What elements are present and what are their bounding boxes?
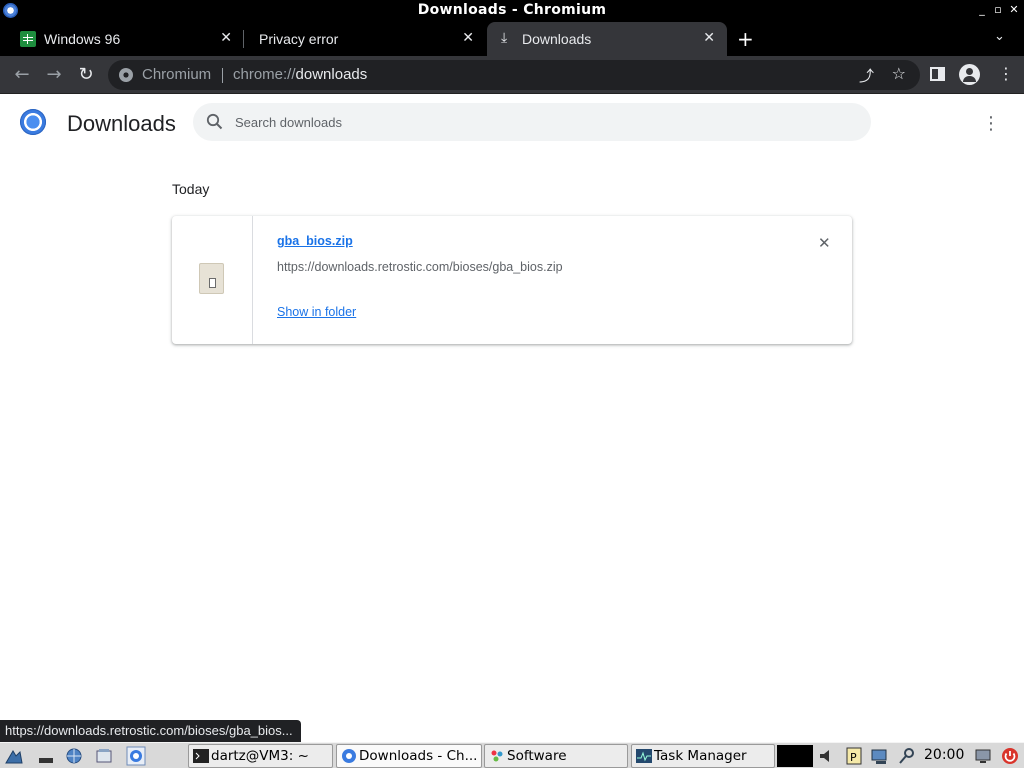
search-icon [206,113,223,130]
close-icon[interactable]: ✕ [220,30,232,46]
task-label: Software [507,748,567,764]
bookmark-star-icon[interactable]: ☆ [892,64,906,83]
monitor-icon[interactable] [973,746,993,766]
terminal-icon [193,749,209,763]
zip-file-icon [199,263,224,294]
search-tray-icon[interactable] [897,746,917,766]
link-status-bubble: https://downloads.retrostic.com/bioses/g… [0,720,301,742]
reload-button[interactable]: ↻ [74,63,98,87]
task-label: Downloads - Ch... [359,748,478,764]
more-actions-icon[interactable]: ⋮ [982,113,1000,134]
chromium-logo-icon [20,109,46,135]
spreadsheet-icon [20,31,36,47]
new-tab-button[interactable]: + [737,27,754,51]
network-icon[interactable] [870,746,890,766]
show-in-folder-link[interactable]: Show in folder [277,305,356,319]
tab-title: Privacy error [259,31,339,47]
file-source-url: https://downloads.retrostic.com/bioses/g… [277,260,563,274]
start-menu-icon[interactable] [4,746,24,766]
date-section-label: Today [172,181,210,197]
desktop-icon[interactable] [36,746,56,766]
window-title: Downloads - Chromium [417,2,607,18]
url-text[interactable]: chrome://downloads [233,66,367,83]
forward-button[interactable]: → [42,63,66,87]
tab-search-chevron-icon[interactable]: ⌄ [994,29,1005,44]
tab-title: Windows 96 [44,31,121,47]
software-icon [491,750,503,762]
profile-avatar-icon[interactable] [959,64,980,85]
download-item: gba_bios.zip https://downloads.retrostic… [172,216,852,344]
chromium-icon [342,749,356,763]
download-icon: ⤓ [501,30,508,46]
task-task-manager[interactable]: Task Manager [631,744,775,768]
task-label: Task Manager [654,748,747,764]
task-label: dartz@VM3: ~ [211,748,309,764]
volume-icon[interactable] [817,746,837,766]
downloads-header: Downloads ⋮ [0,95,1024,151]
browser-toolbar: ← → ↻ Chromium chrome://downloads ⤴ ☆ ⋮ [0,56,1024,94]
origin-chip: Chromium [142,66,212,83]
task-terminal[interactable]: dartz@VM3: ~ [188,744,333,768]
origin-divider [222,68,223,83]
close-window-button[interactable]: ✕ [1007,3,1021,17]
cpu-graph-icon [777,745,813,767]
task-software[interactable]: Software [484,744,628,768]
tab-windows-96[interactable]: Windows 96 ✕ [0,22,244,56]
tab-downloads[interactable]: ⤓ Downloads ✕ [487,22,727,56]
url-scheme: chrome:// [233,66,296,83]
page-title: Downloads [67,111,176,136]
close-icon[interactable]: ✕ [703,30,715,46]
back-button[interactable]: ← [10,63,34,87]
file-name-link[interactable]: gba_bios.zip [277,234,353,248]
side-panel-icon[interactable] [930,67,945,81]
file-manager-icon[interactable] [94,746,114,766]
chromium-icon[interactable] [126,746,146,766]
clipboard-icon[interactable]: P [844,746,864,766]
address-bar[interactable]: Chromium chrome://downloads ⤴ ☆ [108,60,920,90]
taskbar: dartz@VM3: ~ Downloads - Ch... Software … [0,742,1024,768]
window-title-bar[interactable]: Downloads - Chromium _ ▫ ✕ [0,0,1024,22]
chromium-site-icon [119,68,133,82]
share-icon[interactable]: ⤴ [859,65,874,86]
file-icon-cell [172,216,253,344]
minimize-button[interactable]: _ [975,3,989,17]
close-icon[interactable]: ✕ [462,30,474,46]
tab-privacy-error[interactable]: Privacy error ✕ [244,22,486,56]
tab-strip: Windows 96 ✕ Privacy error ✕ ⤓ Downloads… [0,22,1024,56]
browser-menu-icon[interactable]: ⋮ [998,64,1014,83]
maximize-button[interactable]: ▫ [991,3,1005,17]
search-downloads-box[interactable] [193,103,871,141]
globe-icon[interactable] [64,746,84,766]
task-chromium[interactable]: Downloads - Ch... [336,744,482,768]
search-input[interactable] [235,112,835,132]
tab-title: Downloads [522,31,592,47]
task-manager-icon [636,749,652,763]
remove-download-icon[interactable]: ✕ [818,234,831,252]
clock: 20:00 [924,747,965,763]
svg-text:P: P [850,751,857,764]
power-icon[interactable] [1000,746,1020,766]
url-path: downloads [295,66,368,83]
